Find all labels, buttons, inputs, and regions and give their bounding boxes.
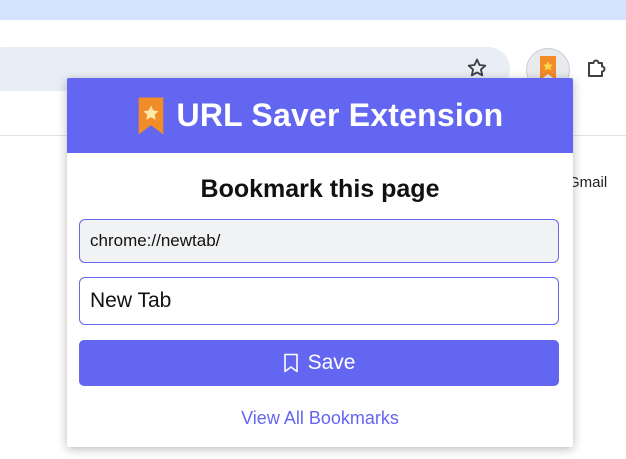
save-button-label: Save: [307, 351, 356, 374]
extensions-menu-button[interactable]: [578, 51, 616, 89]
popup-title: URL Saver Extension: [176, 97, 504, 133]
gmail-link[interactable]: Gmail: [568, 174, 607, 191]
bookmark-ribbon-icon: [137, 96, 165, 136]
bookmark-outline-icon: [283, 353, 299, 373]
puzzle-icon: [585, 56, 609, 85]
save-button[interactable]: Save: [79, 340, 559, 386]
browser-title-bar: [0, 0, 626, 20]
title-field[interactable]: [79, 277, 559, 325]
extension-popup: URL Saver Extension Bookmark this page S…: [67, 78, 573, 447]
popup-header: URL Saver Extension: [67, 78, 573, 153]
url-field[interactable]: [79, 219, 559, 263]
popup-subtitle: Bookmark this page: [200, 175, 440, 203]
view-all-bookmarks-link[interactable]: View All Bookmarks: [67, 408, 573, 429]
